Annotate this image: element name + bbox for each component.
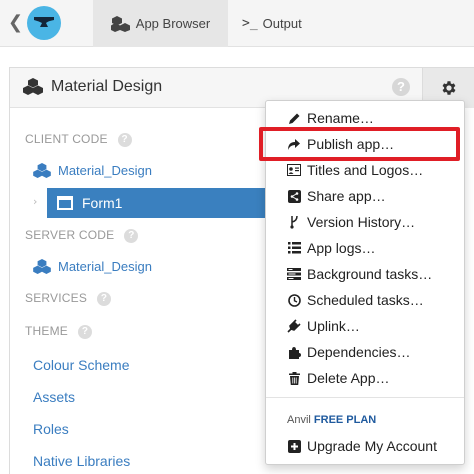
- client-module-label: Material_Design: [58, 163, 152, 178]
- cubes-icon: [110, 15, 131, 32]
- client-code-heading: CLIENT CODE?: [25, 132, 132, 147]
- terminal-icon: >_: [242, 16, 258, 31]
- tab-output[interactable]: >_ Output: [230, 0, 330, 47]
- pencil-icon: [287, 112, 301, 125]
- help-icon[interactable]: ?: [124, 228, 139, 243]
- menu-item-label: Share app…: [307, 188, 386, 204]
- menu-item-label: Upgrade My Account: [307, 438, 437, 454]
- id-card-icon: [287, 164, 301, 176]
- server-module-label: Material_Design: [58, 259, 152, 274]
- list-icon: [287, 242, 301, 254]
- theme-link-roles[interactable]: Roles: [33, 421, 69, 437]
- help-icon[interactable]: ?: [97, 291, 112, 306]
- menu-item-label: Uplink…: [307, 318, 360, 334]
- menu-item-label: Background tasks…: [307, 266, 433, 282]
- menu-item-share[interactable]: Share app…: [287, 188, 386, 204]
- cubes-icon: [33, 259, 51, 274]
- menu-item-rename[interactable]: Rename…: [287, 110, 374, 126]
- anvil-logo[interactable]: [27, 6, 61, 40]
- menu-item-label: Version History…: [307, 214, 416, 230]
- menu-item-titles-logos[interactable]: Titles and Logos…: [287, 162, 423, 178]
- help-icon[interactable]: ?: [78, 324, 92, 339]
- help-icon[interactable]: ?: [392, 78, 410, 96]
- clock-icon: [287, 293, 301, 307]
- theme-link-assets[interactable]: Assets: [33, 389, 75, 405]
- theme-link-native-libraries[interactable]: Native Libraries: [33, 453, 130, 469]
- tasks-icon: [287, 268, 301, 280]
- theme-label: THEME: [25, 324, 68, 338]
- cubes-icon: [33, 163, 51, 178]
- top-bar: ❮ App Browser >_ Output: [0, 0, 474, 47]
- form-label: Form1: [82, 195, 123, 211]
- menu-item-background-tasks[interactable]: Background tasks…: [287, 266, 432, 282]
- menu-item-dependencies[interactable]: Dependencies…: [287, 344, 411, 360]
- tab-app-browser[interactable]: App Browser: [93, 0, 228, 47]
- app-title: Material Design: [51, 78, 163, 95]
- menu-item-version-history[interactable]: Version History…: [287, 214, 415, 230]
- menu-divider: [266, 397, 464, 398]
- chevron-right-icon[interactable]: ›: [33, 195, 37, 208]
- help-icon[interactable]: ?: [117, 132, 132, 147]
- branch-icon: [287, 215, 301, 229]
- theme-link-colour-scheme[interactable]: Colour Scheme: [33, 357, 130, 373]
- share-nodes-icon: [287, 189, 301, 203]
- client-module-item[interactable]: Material_Design: [33, 163, 152, 178]
- puzzle-icon: [287, 346, 301, 359]
- menu-item-label: Scheduled tasks…: [307, 292, 424, 308]
- form-item-selected[interactable]: Form1: [47, 188, 269, 218]
- menu-item-app-logs[interactable]: App logs…: [287, 240, 375, 256]
- server-code-label: SERVER CODE: [25, 228, 115, 242]
- publish-highlight-box: [259, 127, 460, 161]
- plug-icon: [287, 319, 301, 333]
- plus-square-icon: [287, 439, 301, 453]
- tab-output-label: Output: [262, 16, 302, 31]
- anvil-icon: [34, 17, 54, 27]
- menu-item-scheduled-tasks[interactable]: Scheduled tasks…: [287, 292, 424, 308]
- menu-item-uplink[interactable]: Uplink…: [287, 318, 360, 334]
- server-code-heading: SERVER CODE?: [25, 228, 139, 243]
- trash-icon: [287, 371, 301, 385]
- plan-prefix: Anvil: [287, 414, 311, 426]
- tab-app-browser-label: App Browser: [135, 16, 211, 31]
- menu-item-label: App logs…: [307, 240, 376, 256]
- menu-item-delete-app[interactable]: Delete App…: [287, 370, 390, 386]
- menu-item-upgrade[interactable]: Upgrade My Account: [287, 438, 437, 454]
- form-window-icon: [57, 196, 73, 210]
- services-heading: SERVICES?: [25, 291, 112, 306]
- plan-name: FREE PLAN: [313, 414, 377, 426]
- menu-item-label: Titles and Logos…: [307, 162, 424, 178]
- cubes-icon: [23, 78, 43, 100]
- plan-info: Anvil FREE PLAN: [287, 414, 376, 426]
- services-label: SERVICES: [25, 291, 88, 305]
- gear-icon: [442, 81, 456, 95]
- back-chevron-icon[interactable]: ❮: [8, 12, 23, 34]
- server-module-item[interactable]: Material_Design: [33, 259, 152, 274]
- menu-item-label: Rename…: [307, 110, 374, 126]
- menu-item-label: Dependencies…: [307, 344, 411, 360]
- client-code-label: CLIENT CODE: [25, 132, 108, 146]
- theme-heading: THEME?: [25, 324, 92, 339]
- menu-item-label: Delete App…: [307, 370, 390, 386]
